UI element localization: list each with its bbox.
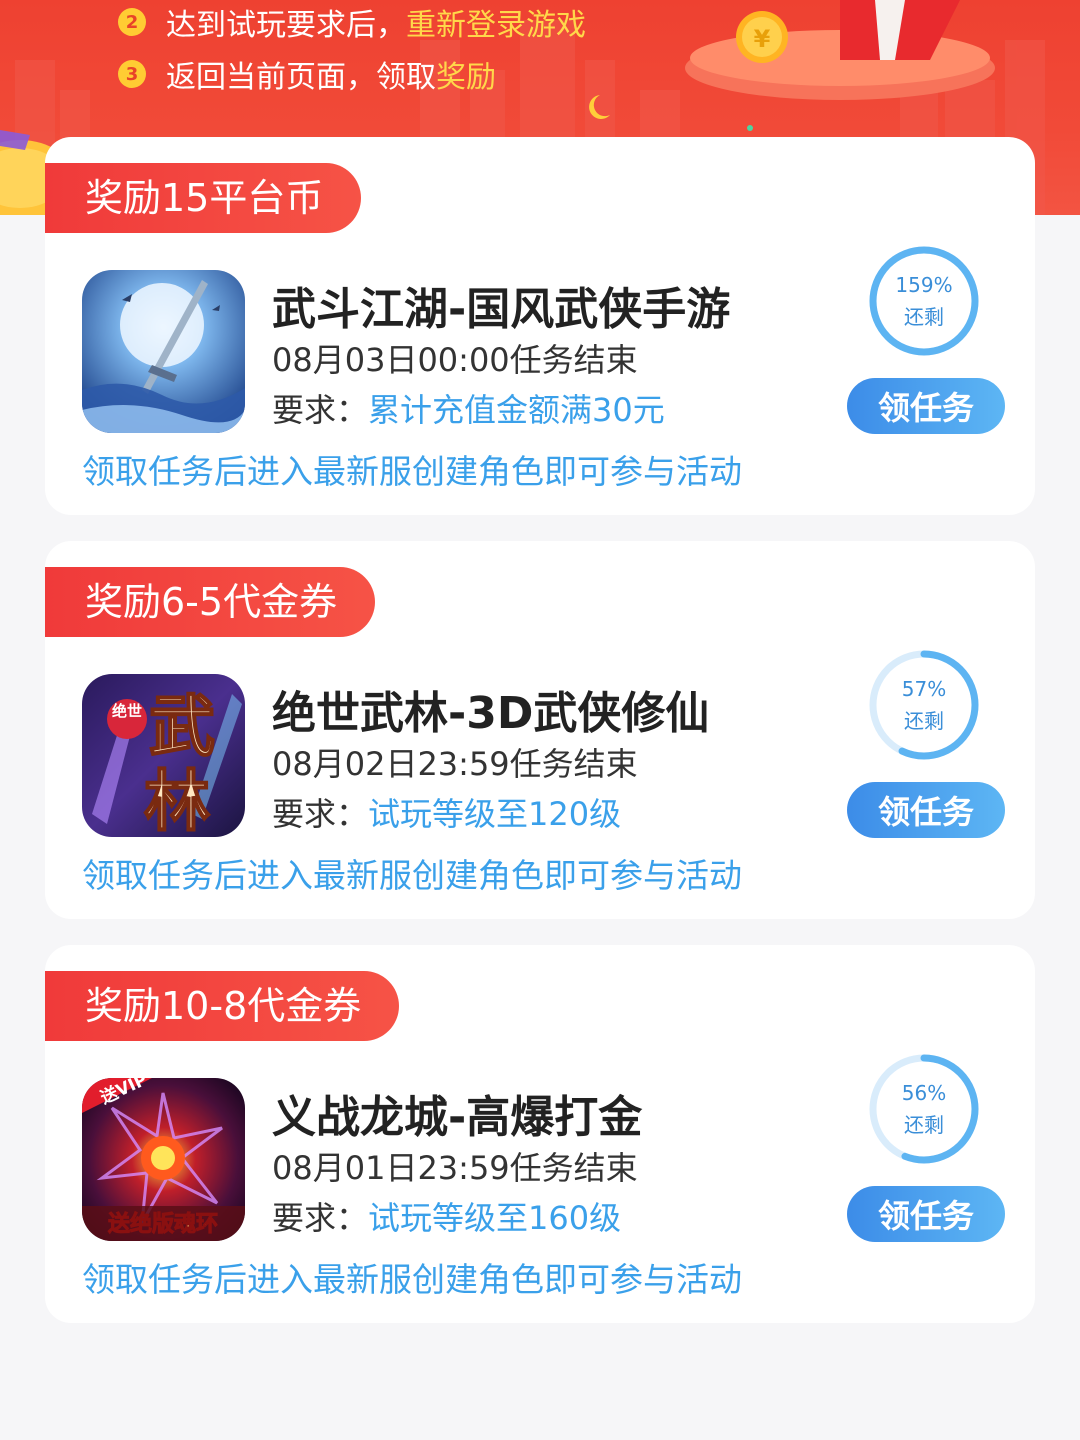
- icon-text-wu: 武: [149, 687, 215, 765]
- task-deadline: 08月02日23:59任务结束: [272, 745, 638, 783]
- task-hint: 领取任务后进入最新服创建角色即可参与活动: [82, 856, 742, 895]
- remaining-label: 还剩: [904, 305, 944, 329]
- requirement-label: 要求：: [272, 391, 369, 429]
- task-deadline: 08月01日23:59任务结束: [272, 1149, 638, 1187]
- reward-tag: 奖励15平台币: [45, 163, 362, 233]
- task-hint: 领取任务后进入最新服创建角色即可参与活动: [82, 452, 742, 491]
- task-card: 奖励15平台币 武斗江湖-国风武侠手游 08月03日00:00任务结束 要求：累…: [45, 137, 1035, 515]
- icon-text-juesh: 绝世: [112, 702, 142, 720]
- step-number-badge: 2: [118, 8, 146, 36]
- remaining-label: 还剩: [904, 1113, 944, 1137]
- requirement-value: 试玩等级至120级: [368, 795, 622, 833]
- dragon-city-game-icon[interactable]: 送VIP 送绝版魂环: [82, 1078, 245, 1241]
- instruction-step-2: 2 达到试玩要求后， 重新登录游戏: [118, 0, 586, 44]
- step-number-badge: 3: [118, 60, 146, 88]
- requirement-label: 要求：: [272, 1199, 369, 1237]
- game-title: 绝世武林-3D武侠修仙: [272, 688, 710, 739]
- task-requirement: 要求：累计充值金额满30元: [272, 385, 665, 431]
- claim-task-button[interactable]: 领任务: [847, 1186, 1005, 1242]
- step-highlight-text: 重新登录游戏: [406, 8, 586, 43]
- svg-text:¥: ¥: [754, 25, 771, 53]
- task-card: 奖励10-8代金券 送VIP 送绝版魂环 义战龙城-高爆打金 08月01日23:…: [45, 945, 1035, 1323]
- instruction-step-3: 3 返回当前页面，领取 奖励: [118, 52, 496, 96]
- game-title: 义战龙城-高爆打金: [272, 1092, 643, 1143]
- claim-task-button[interactable]: 领任务: [847, 782, 1005, 838]
- reward-tag: 奖励10-8代金券: [45, 971, 400, 1041]
- task-requirement: 要求：试玩等级至160级: [272, 1193, 621, 1239]
- remaining-label: 还剩: [904, 709, 944, 733]
- remaining-percent: 57%: [901, 677, 947, 701]
- remaining-progress-ring: 56% 还剩: [867, 1052, 981, 1166]
- task-requirement: 要求：试玩等级至120级: [272, 789, 621, 835]
- requirement-value: 试玩等级至160级: [368, 1199, 622, 1237]
- wulin-game-icon[interactable]: 绝世 武 林: [82, 674, 245, 837]
- remaining-progress-ring: 159% 还剩: [867, 244, 981, 358]
- game-title: 武斗江湖-国风武侠手游: [272, 284, 731, 335]
- requirement-label: 要求：: [272, 795, 369, 833]
- step-text: 达到试玩要求后，: [166, 8, 406, 43]
- remaining-percent: 159%: [895, 273, 953, 297]
- task-card: 奖励6-5代金券 绝世 武 林 绝世武林-3D武侠修仙 08月02日23:59任…: [45, 541, 1035, 919]
- remaining-progress-ring: 57% 还剩: [867, 648, 981, 762]
- reward-tag: 奖励6-5代金券: [45, 567, 376, 637]
- step-text: 返回当前页面，领取: [166, 60, 436, 95]
- claim-task-button[interactable]: 领任务: [847, 378, 1005, 434]
- task-deadline: 08月03日00:00任务结束: [272, 341, 638, 379]
- sword-moon-game-icon[interactable]: [82, 270, 245, 433]
- step-highlight-text: 奖励: [436, 60, 496, 95]
- remaining-percent: 56%: [901, 1081, 947, 1105]
- icon-text-lin: 林: [144, 762, 210, 837]
- requirement-value: 累计充值金额满30元: [368, 391, 665, 429]
- task-hint: 领取任务后进入最新服创建角色即可参与活动: [82, 1260, 742, 1299]
- icon-text-hunhuan: 送绝版魂环: [108, 1211, 218, 1237]
